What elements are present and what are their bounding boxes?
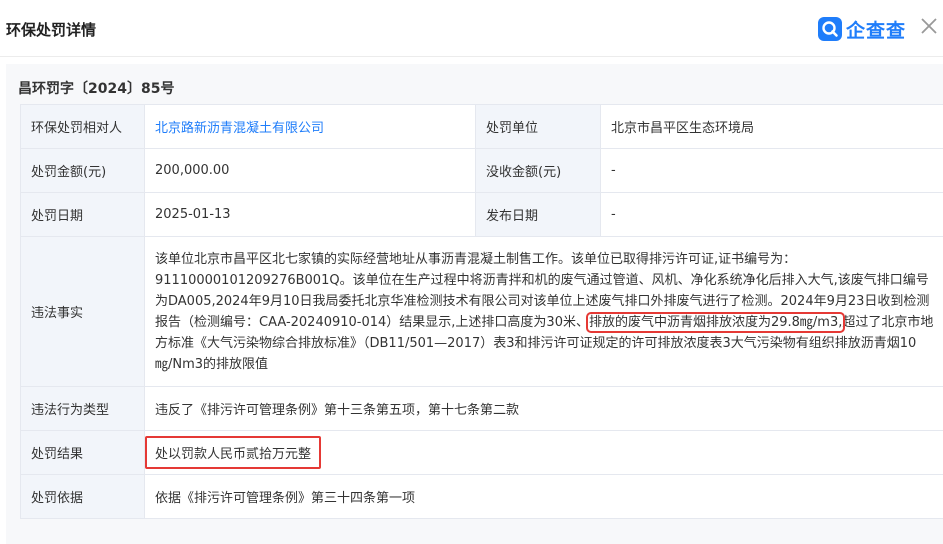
facts-value: 该单位北京市昌平区北七家镇的实际经营地址从事沥青混凝土制售工作。该单位已取得排污… [145, 237, 943, 387]
close-icon [918, 15, 940, 37]
party-cell: 北京路新沥青混凝土有限公司 [145, 105, 476, 149]
detail-table: 环保处罚相对人 北京路新沥青混凝土有限公司 处罚单位 北京市昌平区生态环境局 处… [20, 104, 943, 519]
unit-value: 北京市昌平区生态环境局 [601, 105, 943, 149]
amount-label: 处罚金额(元) [21, 149, 145, 193]
modal-header: 环保处罚详情 企查查 [0, 0, 943, 57]
result-label: 处罚结果 [21, 431, 145, 475]
confiscate-label: 没收金额(元) [476, 149, 601, 193]
table-row: 环保处罚相对人 北京路新沥青混凝土有限公司 处罚单位 北京市昌平区生态环境局 [21, 105, 943, 149]
date-label: 处罚日期 [21, 193, 145, 237]
publish-label: 发布日期 [476, 193, 601, 237]
basis-label: 处罚依据 [21, 475, 145, 519]
table-row: 处罚依据 依据《排污许可管理条例》第三十四条第一项 [21, 475, 943, 519]
confiscate-value: - [601, 149, 943, 193]
table-row: 处罚金额(元) 200,000.00 没收金额(元) - [21, 149, 943, 193]
basis-value: 依据《排污许可管理条例》第三十四条第一项 [145, 475, 943, 519]
amount-value: 200,000.00 [145, 149, 476, 193]
table-row: 处罚结果 处以罚款人民币贰拾万元整 [21, 431, 943, 475]
facts-highlight: 排放的废气中沥青烟排放浓度为29.8㎎/m3, [589, 315, 842, 330]
type-value: 违反了《排污许可管理条例》第十三条第五项，第十七条第二款 [145, 387, 943, 431]
result-cell: 处以罚款人民币贰拾万元整 [145, 431, 943, 475]
party-label: 环保处罚相对人 [21, 105, 145, 149]
result-value: 处以罚款人民币贰拾万元整 [145, 436, 321, 469]
case-number: 昌环罚字〔2024〕85号 [18, 78, 174, 98]
table-row: 处罚日期 2025-01-13 发布日期 - [21, 193, 943, 237]
detail-panel: 昌环罚字〔2024〕85号 环保处罚相对人 北京路新沥青混凝土有限公司 处罚单位… [6, 64, 943, 544]
publish-value: - [601, 193, 943, 237]
date-value: 2025-01-13 [145, 193, 476, 237]
unit-label: 处罚单位 [476, 105, 601, 149]
modal-title: 环保处罚详情 [6, 19, 96, 40]
table-row: 违法行为类型 违反了《排污许可管理条例》第十三条第五项，第十七条第二款 [21, 387, 943, 431]
facts-label: 违法事实 [21, 237, 145, 387]
type-label: 违法行为类型 [21, 387, 145, 431]
table-row: 违法事实 该单位北京市昌平区北七家镇的实际经营地址从事沥青混凝土制售工作。该单位… [21, 237, 943, 387]
brand-logo: 企查查 [818, 15, 906, 43]
qcc-logo-icon [818, 17, 842, 41]
brand-name: 企查查 [846, 16, 906, 43]
close-button[interactable] [918, 15, 940, 37]
party-link[interactable]: 北京路新沥青混凝土有限公司 [155, 121, 324, 136]
